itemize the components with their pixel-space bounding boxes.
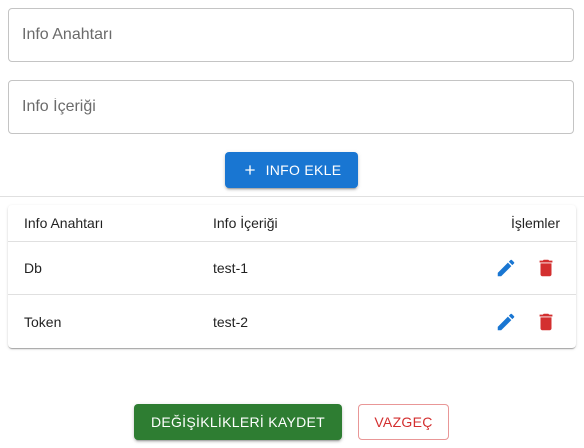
column-header-actions: İşlemler bbox=[510, 215, 560, 231]
row-value-cell: test-1 bbox=[213, 260, 249, 276]
delete-icon[interactable] bbox=[532, 254, 560, 282]
table-row: Token test-2 bbox=[8, 295, 576, 348]
divider bbox=[0, 196, 584, 197]
delete-icon[interactable] bbox=[532, 308, 560, 336]
info-key-input[interactable] bbox=[9, 9, 573, 61]
cancel-button[interactable]: VAZGEÇ bbox=[358, 404, 449, 440]
table-header-row: Info Anahtarı Info İçeriği İşlemler bbox=[8, 205, 576, 242]
column-header-key: Info Anahtarı bbox=[24, 215, 104, 231]
add-info-button[interactable]: INFO EKLE bbox=[225, 152, 358, 188]
row-actions bbox=[492, 295, 560, 348]
info-editor-page: INFO EKLE Info Anahtarı Info İçeriği İşl… bbox=[0, 0, 584, 448]
info-value-input[interactable] bbox=[9, 81, 573, 133]
add-info-button-label: INFO EKLE bbox=[265, 162, 342, 178]
info-value-field[interactable] bbox=[8, 80, 574, 134]
row-actions bbox=[492, 242, 560, 294]
info-key-field[interactable] bbox=[8, 8, 574, 62]
save-changes-button[interactable]: DEĞİŞİKLİKLERİ KAYDET bbox=[134, 404, 342, 440]
edit-icon[interactable] bbox=[492, 254, 520, 282]
column-header-value: Info İçeriği bbox=[213, 215, 278, 231]
row-value-cell: test-2 bbox=[213, 313, 249, 330]
info-table: Info Anahtarı Info İçeriği İşlemler Db t… bbox=[8, 205, 576, 348]
table-row: Db test-1 bbox=[8, 242, 576, 295]
plus-icon bbox=[242, 162, 258, 178]
edit-icon[interactable] bbox=[492, 308, 520, 336]
row-key-cell: Db bbox=[24, 260, 42, 276]
row-key-cell: Token bbox=[24, 313, 62, 330]
